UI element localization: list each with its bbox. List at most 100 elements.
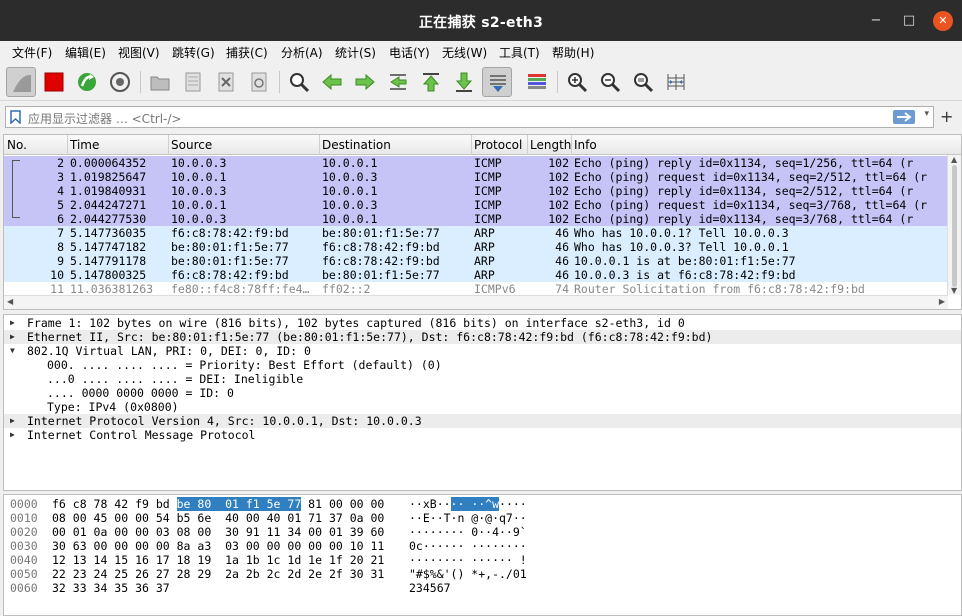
scroll-up-icon[interactable]: ▲ [951, 155, 957, 164]
col-header-no[interactable]: No. [7, 138, 27, 152]
collapsed-arrow-icon[interactable]: ▶ [10, 428, 15, 442]
colorize-button[interactable] [522, 67, 552, 97]
zoom-reset-button[interactable] [628, 67, 658, 97]
start-capture-button[interactable] [6, 67, 36, 97]
packet-row[interactable]: 5 2.044247271 10.0.0.1 10.0.0.3 ICMP 102 Echo … [4, 198, 948, 212]
menu-file[interactable]: 文件(F) [12, 44, 52, 61]
packet-cell-src: be:80:01:f1:5e:77 [171, 254, 289, 268]
packet-row[interactable]: 6 2.044277530 10.0.0.3 10.0.0.1 ICMP 102 Echo … [4, 212, 948, 226]
hex-ascii[interactable]: "#$%&'() *+,-./01 [409, 567, 527, 581]
stop-capture-button[interactable] [39, 67, 69, 97]
packet-row[interactable]: 9 5.147791178 be:80:01:f1:5e:77 f6:c8:78:42… [4, 254, 948, 268]
hex-bytes[interactable]: 32 33 34 35 36 37 [52, 581, 170, 595]
menu-go[interactable]: 跳转(G) [172, 44, 215, 61]
detail-row[interactable]: ▼ 802.1Q Virtual LAN, PRI: 0, DEI: 0, ID:… [4, 344, 961, 358]
col-separator[interactable] [471, 135, 472, 155]
col-separator[interactable] [168, 135, 169, 155]
detail-row[interactable]: .... 0000 0000 0000 = ID: 0 [4, 386, 961, 400]
col-separator[interactable] [527, 135, 528, 155]
bookmark-icon[interactable] [10, 110, 21, 124]
collapsed-arrow-icon[interactable]: ▶ [10, 330, 15, 344]
menu-edit[interactable]: 编辑(E) [65, 44, 106, 61]
col-separator[interactable] [319, 135, 320, 155]
hex-ascii[interactable]: ········ ······ ! [409, 553, 527, 567]
packet-list-vscroll[interactable]: ▲ ▼ [947, 155, 961, 295]
scroll-left-icon[interactable]: ◀ [7, 297, 13, 306]
zoom-out-button[interactable] [595, 67, 625, 97]
scroll-thumb[interactable] [952, 165, 957, 287]
add-filter-button[interactable]: + [940, 107, 953, 126]
hex-bytes[interactable]: f6 c8 78 42 f9 bd be 80 01 f1 5e 77 81 0… [52, 497, 384, 511]
resize-columns-button[interactable] [661, 67, 691, 97]
col-header-length[interactable]: Length [530, 138, 571, 152]
packet-row[interactable]: 3 1.019825647 10.0.0.1 10.0.0.3 ICMP 102 Echo … [4, 170, 948, 184]
menu-help[interactable]: 帮助(H) [552, 44, 594, 61]
hex-ascii[interactable]: ··E··T·n @·@·q7·· [409, 511, 527, 525]
detail-row[interactable]: ▶ Ethernet II, Src: be:80:01:f1:5e:77 (be… [4, 330, 961, 344]
go-to-packet-button[interactable] [383, 67, 413, 97]
col-separator[interactable] [571, 135, 572, 155]
menu-tools[interactable]: 工具(T) [499, 44, 540, 61]
menu-statistics[interactable]: 统计(S) [335, 44, 376, 61]
detail-row[interactable]: Type: IPv4 (0x0800) [4, 400, 961, 414]
hex-ascii[interactable]: 0c······ ········ [409, 539, 527, 553]
hex-ascii[interactable]: ········ 0··4··9` [409, 525, 527, 539]
hex-ascii[interactable]: 234567 [409, 581, 451, 595]
hex-bytes[interactable]: 22 23 24 25 26 27 28 29 2a 2b 2c 2d 2e 2… [52, 567, 384, 581]
collapsed-arrow-icon[interactable]: ▶ [10, 414, 15, 428]
detail-row[interactable]: ▶ Internet Control Message Protocol [4, 428, 961, 442]
reload-file-button[interactable] [244, 67, 274, 97]
display-filter-input[interactable]: 应用显示过滤器 … <Ctrl-/> ▾ [5, 106, 934, 128]
expanded-arrow-icon[interactable]: ▼ [10, 344, 15, 358]
hex-bytes[interactable]: 00 01 0a 00 00 03 08 00 30 91 11 34 00 0… [52, 525, 384, 539]
zoom-in-button[interactable] [562, 67, 592, 97]
detail-row[interactable]: ▶ Frame 1: 102 bytes on wire (816 bits), … [4, 316, 961, 330]
find-packet-button[interactable] [284, 67, 314, 97]
packet-row[interactable]: 8 5.147747182 be:80:01:f1:5e:77 f6:c8:78:42… [4, 240, 948, 254]
menu-view[interactable]: 视图(V) [118, 44, 160, 61]
packet-cell-info: Echo (ping) request id=0x1134, seq=2/512… [574, 170, 928, 184]
hex-bytes[interactable]: 30 63 00 00 00 00 8a a3 03 00 00 00 00 0… [52, 539, 384, 553]
go-back-button[interactable] [317, 67, 347, 97]
maximize-button[interactable]: □ [899, 11, 919, 31]
packet-row[interactable]: 10 5.147800325 f6:c8:78:42:f9:bd be:80:01:f… [4, 268, 948, 282]
detail-row[interactable]: ...0 .... .... .... = DEI: Ineligible [4, 372, 961, 386]
save-file-button[interactable] [178, 67, 208, 97]
restart-capture-button[interactable] [72, 67, 102, 97]
filter-history-dropdown[interactable]: ▾ [924, 109, 929, 119]
col-separator[interactable] [67, 135, 68, 155]
col-header-destination[interactable]: Destination [322, 138, 391, 152]
scroll-down-icon[interactable]: ▼ [951, 286, 957, 295]
scroll-right-icon[interactable]: ▶ [939, 297, 945, 306]
hex-bytes[interactable]: 08 00 45 00 00 54 b5 6e 40 00 40 01 71 3… [52, 511, 384, 525]
col-header-source[interactable]: Source [171, 138, 212, 152]
auto-scroll-button[interactable] [482, 67, 512, 97]
menu-telephony[interactable]: 电话(Y) [389, 44, 430, 61]
packet-row[interactable]: 7 5.147736035 f6:c8:78:42:f9:bd be:80:01:f1… [4, 226, 948, 240]
go-forward-button[interactable] [350, 67, 380, 97]
detail-row[interactable]: ▶ Internet Protocol Version 4, Src: 10.0.… [4, 414, 961, 428]
hex-bytes[interactable]: 12 13 14 15 16 17 18 19 1a 1b 1c 1d 1e 1… [52, 553, 384, 567]
col-header-protocol[interactable]: Protocol [474, 138, 522, 152]
col-header-time[interactable]: Time [70, 138, 99, 152]
collapsed-arrow-icon[interactable]: ▶ [10, 316, 15, 330]
detail-row[interactable]: 000. .... .... .... = Priority: Best Eff… [4, 358, 961, 372]
packet-list-hscroll[interactable]: ◀ ▶ [4, 295, 948, 309]
hex-ascii[interactable]: ··xB···· ··^w···· [409, 497, 527, 511]
menu-analyze[interactable]: 分析(A) [281, 44, 323, 61]
packet-row[interactable]: 11 11.036381263 fe80::f4c8:78ff:fe4… ff02::… [4, 282, 948, 296]
close-file-button[interactable] [211, 67, 241, 97]
go-last-button[interactable] [449, 67, 479, 97]
menu-wireless[interactable]: 无线(W) [442, 44, 487, 61]
open-file-button[interactable] [145, 67, 175, 97]
go-first-button[interactable] [416, 67, 446, 97]
minimize-button[interactable]: − [866, 11, 886, 31]
col-header-info[interactable]: Info [574, 138, 597, 152]
packet-row[interactable]: 2 0.000064352 10.0.0.3 10.0.0.1 ICMP 102 Echo … [4, 156, 948, 170]
packet-row[interactable]: 4 1.019840931 10.0.0.3 10.0.0.1 ICMP 102 Echo … [4, 184, 948, 198]
apply-filter-button[interactable] [893, 110, 915, 124]
hex-ascii-text: 0c······ ········ [409, 539, 527, 553]
capture-options-button[interactable] [105, 67, 135, 97]
close-button[interactable]: ✕ [933, 11, 953, 31]
menu-capture[interactable]: 捕获(C) [226, 44, 268, 61]
